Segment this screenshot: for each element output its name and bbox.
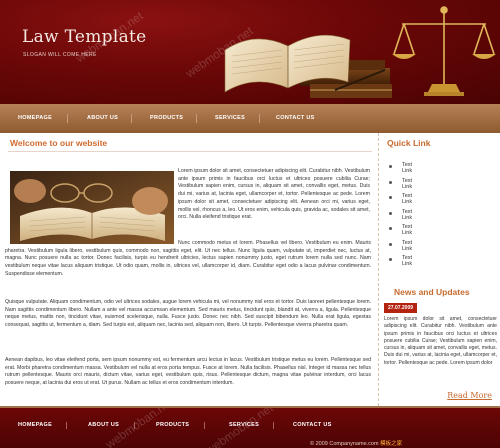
page: webmoban.net webmoban.net Law Template S…: [0, 0, 500, 448]
news-title: News and Updates: [394, 287, 470, 297]
main-content: Welcome to our website Lorem ipsum dolor…: [0, 133, 378, 406]
bullet-icon: [389, 196, 392, 199]
footer-divider: [134, 422, 135, 429]
site-logo-title[interactable]: Law Template: [22, 27, 147, 47]
copyright-text: © 2009 Companyname.com 模板之家: [310, 439, 402, 447]
bullet-icon: [389, 258, 392, 261]
bullet-icon: [389, 227, 392, 230]
quick-link-label: Text Link: [402, 162, 413, 174]
news-text: Lorem ipsum dolor sit amet, consectetuer…: [384, 316, 497, 366]
site-slogan: SLOGAN WILL COME HERE: [23, 52, 97, 58]
footer-divider: [66, 422, 67, 429]
quick-link-label: Text Link: [402, 224, 413, 236]
body-paragraph-2: Quisque vulputate. Aliquam condimentum, …: [5, 299, 371, 329]
nav-item-services[interactable]: SERVICES: [215, 104, 245, 133]
copyright-suffix[interactable]: 模板之家: [380, 441, 402, 447]
footer-link-contact-us[interactable]: CONTACT US: [293, 422, 332, 428]
scales-of-justice-icon: [392, 6, 496, 96]
body-paragraph-1: Nunc commodo metus et lorem. Phasellus v…: [5, 240, 371, 277]
quick-link-label: Text Link: [402, 193, 413, 205]
footer-divider: [273, 422, 274, 429]
footer-link-about-us[interactable]: ABOUT US: [88, 422, 119, 428]
copyright-prefix: © 2009 Companyname.com: [310, 441, 379, 447]
body-paragraph-3: Aenean dapibus, leo vitae eleifend porta…: [5, 357, 371, 387]
intro-paragraph: Lorem ipsum dolor sit amet, consectetuer…: [178, 168, 370, 221]
footer-divider: [204, 422, 205, 429]
bullet-icon: [389, 165, 392, 168]
nav-item-products[interactable]: PRODUCTS: [150, 104, 183, 133]
law-books-illustration: [224, 34, 392, 98]
page-title: Welcome to our website: [10, 138, 108, 148]
quick-link-title: Quick Link: [387, 138, 431, 148]
main-navigation: HOMEPAGE ABOUT US PRODUCTS SERVICES CONT…: [0, 104, 500, 133]
nav-divider: [131, 114, 132, 123]
bullet-icon: [389, 242, 392, 246]
bullet-icon: [389, 180, 392, 184]
nav-item-about-us[interactable]: ABOUT US: [87, 104, 118, 133]
title-divider: [8, 151, 372, 152]
bullet-icon: [389, 211, 392, 215]
sidebar: Quick Link Text Link Text Link Text Link…: [378, 133, 500, 406]
read-more-link[interactable]: Read More: [447, 391, 492, 400]
header: webmoban.net webmoban.net Law Template S…: [0, 0, 500, 104]
nav-item-homepage[interactable]: HOMEPAGE: [18, 104, 52, 133]
quick-link-label: Text Link: [402, 255, 413, 267]
quick-link-label: Text Link: [402, 177, 413, 190]
nav-divider: [196, 114, 197, 123]
reading-book-photo: [10, 171, 174, 244]
footer-link-products[interactable]: PRODUCTS: [156, 422, 189, 428]
footer-link-homepage[interactable]: HOMEPAGE: [18, 422, 52, 428]
quick-link-label: Text Link: [402, 208, 413, 221]
news-date-badge: 27.07.2009: [384, 303, 418, 313]
nav-item-contact-us[interactable]: CONTACT US: [276, 104, 315, 133]
footer-link-services[interactable]: SERVICES: [229, 422, 259, 428]
nav-divider: [67, 114, 68, 123]
quick-link-label: Text Link: [402, 239, 413, 252]
nav-divider: [259, 114, 260, 123]
footer: webmoban.net webmoban.net HOMEPAGE ABOUT…: [0, 406, 500, 448]
